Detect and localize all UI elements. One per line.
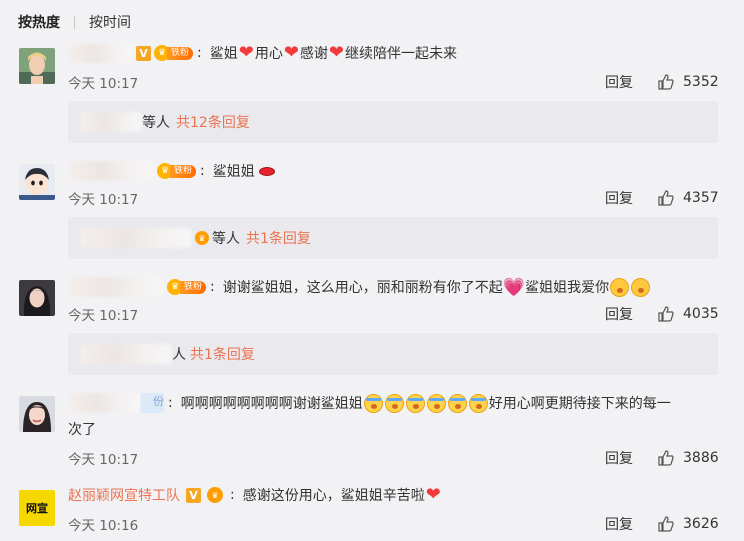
sort-by-hot-tab[interactable]: 按热度	[18, 12, 60, 32]
avatar-woman-dark-icon	[19, 280, 55, 316]
comment-actions: 回复 5352	[605, 72, 719, 92]
comment-time: 今天 10:16	[68, 518, 139, 534]
comment-actions: 回复 4357	[605, 188, 719, 208]
verified-v-icon: V	[136, 45, 151, 61]
heart-icon: ❤	[425, 484, 441, 505]
kiss-face-emoji-icon	[631, 277, 651, 297]
like-count: 3626	[683, 516, 719, 532]
reply-button[interactable]: 回复	[605, 72, 633, 92]
reply-button[interactable]: 回复	[605, 448, 633, 468]
reply-count-link[interactable]: 共1条回复	[246, 228, 311, 248]
username-blurred[interactable]	[68, 43, 134, 63]
comment-text: 继续陪伴一起未来	[345, 46, 458, 62]
comment-item: 份 : 啊啊啊啊啊啊啊啊谢谢鲨姐姐 好用心啊更期待接下来的每一 次了 今天 10:…	[0, 390, 744, 470]
comment-time: 今天 10:17	[68, 452, 139, 468]
like-count: 4357	[683, 190, 719, 206]
replier-name-blurred	[80, 112, 142, 132]
username-blurred[interactable]	[68, 161, 154, 181]
avatar[interactable]	[19, 164, 55, 200]
like-count: 4035	[683, 306, 719, 322]
comment-text: 谢谢鲨姐姐，这么用心，丽和丽粉有你了不起	[222, 280, 503, 296]
username-fragment: 份	[140, 393, 164, 413]
sort-divider	[74, 15, 75, 29]
fan-badge: ♛ 铁粉	[167, 279, 207, 295]
comment-item: ♛ 铁粉 : 鲨姐姐 今天 10:17 回复 4357 ♛ 等人 共1条回复	[0, 158, 744, 262]
heart-kiss-icon: 💗	[502, 276, 526, 298]
comment-actions: 回复 4035	[605, 304, 719, 324]
comment-text: 鲨姐	[209, 46, 238, 62]
verified-v-icon: V	[186, 487, 201, 503]
sort-bar: 按热度 按时间	[18, 12, 131, 32]
replier-name-blurred	[80, 228, 192, 248]
comment-text: 用心	[254, 46, 283, 62]
comment-item: V ♛ 铁粉 : 鲨姐 ❤ 用心 ❤ 感谢 ❤ 继续陪伴一起未来 今天 10:17 回复 53…	[0, 40, 744, 146]
username[interactable]: 赵丽颖网宣特工队	[68, 485, 180, 505]
comment-text: 好用心啊更期待接下来的每一	[488, 396, 671, 412]
comment-text-continued: 次了	[68, 422, 96, 438]
comment-content: V ♛ 铁粉 : 鲨姐 ❤ 用心 ❤ 感谢 ❤ 继续陪伴一起未来	[68, 41, 457, 65]
thumbs-up-icon[interactable]	[657, 305, 675, 323]
heart-icon: ❤	[238, 42, 254, 63]
reply-preview[interactable]: 人 共1条回复	[68, 333, 718, 375]
avatar-woman-smile-icon	[19, 396, 55, 432]
avatar[interactable]	[19, 280, 55, 316]
thumbs-up-icon[interactable]	[657, 515, 675, 533]
comment-content: ♛ 铁粉 : 鲨姐姐	[68, 159, 275, 183]
crying-emoji-icon	[447, 393, 467, 413]
reply-preview[interactable]: 等人 共12条回复	[68, 101, 718, 143]
comment-actions: 回复 3626	[605, 514, 719, 534]
comment-time: 今天 10:17	[68, 76, 139, 92]
username-blurred[interactable]	[68, 277, 164, 297]
avatar[interactable]	[19, 396, 55, 432]
reply-count-link[interactable]: 共1条回复	[190, 344, 255, 364]
reply-button[interactable]: 回复	[605, 188, 633, 208]
lips-emoji-icon	[258, 166, 275, 176]
thumbs-up-icon[interactable]	[657, 189, 675, 207]
reply-count-link[interactable]: 共12条回复	[176, 112, 250, 132]
crown-icon: ♛	[195, 231, 209, 245]
crying-emoji-icon	[426, 393, 446, 413]
comment-text: 啊啊啊啊啊啊啊啊谢谢鲨姐姐	[180, 396, 363, 412]
crown-icon: ♛	[207, 487, 223, 503]
heart-icon: ❤	[328, 42, 345, 63]
comment-text: 感谢这份用心，鲨姐姐辛苦啦	[242, 488, 425, 504]
sort-by-time-tab[interactable]: 按时间	[89, 12, 131, 32]
comment-content: 赵丽颖网宣特工队 V ♛ : 感谢这份用心，鲨姐姐辛苦啦 ❤	[68, 484, 441, 505]
comment-item: 网宣 赵丽颖网宣特工队 V ♛ : 感谢这份用心，鲨姐姐辛苦啦 ❤ 今天 10:1…	[0, 482, 744, 541]
avatar[interactable]: 网宣	[19, 490, 55, 526]
comment-content: 份 : 啊啊啊啊啊啊啊啊谢谢鲨姐姐 好用心啊更期待接下来的每一	[68, 391, 671, 415]
reply-button[interactable]: 回复	[605, 304, 633, 324]
crying-emoji-icon	[405, 393, 425, 413]
username-blurred[interactable]	[68, 393, 140, 413]
comment-text: 鲨姐姐	[212, 164, 255, 180]
avatar-logo-text: 网宣	[26, 502, 48, 515]
comment-actions: 回复 3886	[605, 448, 719, 468]
avatar-blonde-man-icon	[19, 48, 55, 84]
comment-content: ♛ 铁粉 : 谢谢鲨姐姐，这么用心，丽和丽粉有你了不起 💗 鲨姐姐我爱你	[68, 275, 651, 299]
comment-item: ♛ 铁粉 : 谢谢鲨姐姐，这么用心，丽和丽粉有你了不起 💗 鲨姐姐我爱你 今天 10:…	[0, 274, 744, 378]
reply-button[interactable]: 回复	[605, 514, 633, 534]
crying-emoji-icon	[384, 393, 404, 413]
avatar-cartoon-boy-icon	[19, 164, 55, 200]
like-count: 5352	[683, 74, 719, 90]
comment-text: 鲨姐姐我爱你	[525, 280, 610, 296]
comment-text: 感谢	[299, 46, 328, 62]
kiss-face-emoji-icon	[610, 277, 630, 297]
replier-name-blurred	[80, 344, 172, 364]
reply-preview[interactable]: ♛ 等人 共1条回复	[68, 217, 718, 259]
thumbs-up-icon[interactable]	[657, 73, 675, 91]
crying-emoji-icon	[363, 393, 383, 413]
like-count: 3886	[683, 450, 719, 466]
fan-badge: ♛ 铁粉	[157, 163, 197, 179]
comment-time: 今天 10:17	[68, 192, 139, 208]
heart-icon: ❤	[283, 42, 299, 63]
avatar[interactable]	[19, 48, 55, 84]
comment-time: 今天 10:17	[68, 308, 139, 324]
thumbs-up-icon[interactable]	[657, 449, 675, 467]
crying-emoji-icon	[468, 393, 488, 413]
fan-badge: ♛ 铁粉	[154, 45, 194, 61]
